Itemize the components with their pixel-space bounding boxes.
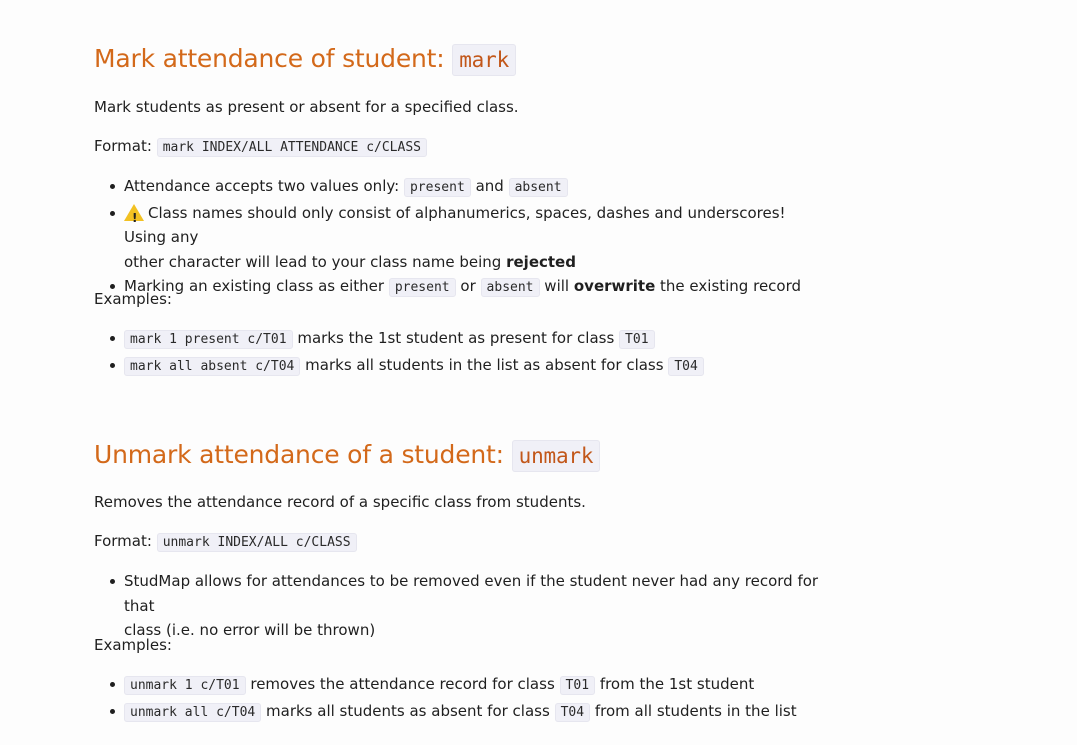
list-item: mark all absent c/T04 marks all students… bbox=[110, 353, 824, 380]
and-text: and bbox=[475, 177, 504, 195]
class-code: T01 bbox=[619, 330, 655, 349]
mark-heading-text: Mark attendance of student: bbox=[94, 44, 453, 73]
class-code: T01 bbox=[559, 676, 596, 695]
warning-icon: ! bbox=[124, 203, 144, 225]
mark-heading: Mark attendance of student: mark bbox=[94, 44, 517, 76]
example-code: unmark all c/T04 bbox=[124, 702, 262, 722]
mark-format: Format: mark INDEX/ALL ATTENDANCE c/CLAS… bbox=[94, 137, 427, 157]
example-text: removes the attendance record for class bbox=[250, 675, 555, 693]
class-code: T04 bbox=[668, 356, 704, 376]
absent-code: absent bbox=[508, 178, 568, 197]
example-after-text: from the 1st student bbox=[599, 675, 755, 693]
mark-note-text: Attendance accepts two values only: bbox=[124, 177, 400, 195]
example-after-text: from all students in the list bbox=[594, 701, 797, 720]
example-code: unmark 1 c/T01 bbox=[124, 676, 246, 695]
unmark-heading-text: Unmark attendance of a student: bbox=[94, 440, 512, 469]
unmark-format-label: Format: bbox=[94, 532, 152, 550]
list-item: Attendance accepts two values only: pres… bbox=[110, 174, 824, 201]
mark-description: Mark students as present or absent for a… bbox=[94, 98, 519, 116]
warning-text-line2: other character will lead to your class … bbox=[124, 252, 502, 271]
unmark-notes-list: StudMap allows for attendances to be rem… bbox=[110, 569, 824, 643]
will-text: will bbox=[544, 277, 570, 295]
example-code: mark 1 present c/T01 bbox=[124, 330, 293, 349]
example-text: marks the 1st student as present for cla… bbox=[297, 329, 615, 347]
unmark-description: Removes the attendance record of a speci… bbox=[94, 493, 586, 511]
list-item: mark 1 present c/T01 marks the 1st stude… bbox=[110, 326, 824, 353]
unmark-heading: Unmark attendance of a student: unmark bbox=[94, 440, 601, 472]
example-text: marks all students in the list as absent… bbox=[305, 355, 664, 374]
warning-text-line1: Class names should only consist of alpha… bbox=[124, 203, 786, 247]
unmark-examples-label: Examples: bbox=[94, 636, 172, 654]
mark-notes-list: Attendance accepts two values only: pres… bbox=[110, 174, 824, 301]
present-code: present bbox=[388, 278, 456, 297]
present-code: present bbox=[403, 178, 471, 197]
unmark-format-code: unmark INDEX/ALL c/CLASS bbox=[156, 533, 357, 552]
list-item: unmark all c/T04 marks all students as a… bbox=[110, 699, 824, 726]
absent-code: absent bbox=[480, 278, 540, 297]
list-item: ! Class names should only consist of alph… bbox=[110, 201, 824, 275]
overwrite-rest-text: the existing record bbox=[660, 277, 802, 295]
list-item: StudMap allows for attendances to be rem… bbox=[110, 569, 824, 643]
mark-format-code: mark INDEX/ALL ATTENDANCE c/CLASS bbox=[156, 138, 427, 157]
overwrite-bold: overwrite bbox=[573, 277, 656, 295]
list-item: Marking an existing class as either pres… bbox=[110, 274, 824, 301]
unmark-heading-code: unmark bbox=[511, 440, 601, 472]
mark-examples-list: mark 1 present c/T01 marks the 1st stude… bbox=[110, 326, 824, 380]
unmark-note-line1: StudMap allows for attendances to be rem… bbox=[124, 572, 819, 615]
example-text: marks all students as absent for class bbox=[266, 701, 550, 720]
example-code: mark all absent c/T04 bbox=[124, 356, 301, 376]
list-item: unmark 1 c/T01 removes the attendance re… bbox=[110, 672, 824, 699]
or-text: or bbox=[460, 277, 476, 295]
unmark-format: Format: unmark INDEX/ALL c/CLASS bbox=[94, 532, 357, 552]
class-code: T04 bbox=[554, 702, 591, 722]
unmark-examples-list: unmark 1 c/T01 removes the attendance re… bbox=[110, 672, 824, 726]
mark-heading-code: mark bbox=[452, 44, 517, 76]
mark-examples-label: Examples: bbox=[94, 290, 172, 308]
mark-format-label: Format: bbox=[94, 137, 152, 155]
rejected-bold: rejected bbox=[506, 252, 576, 271]
